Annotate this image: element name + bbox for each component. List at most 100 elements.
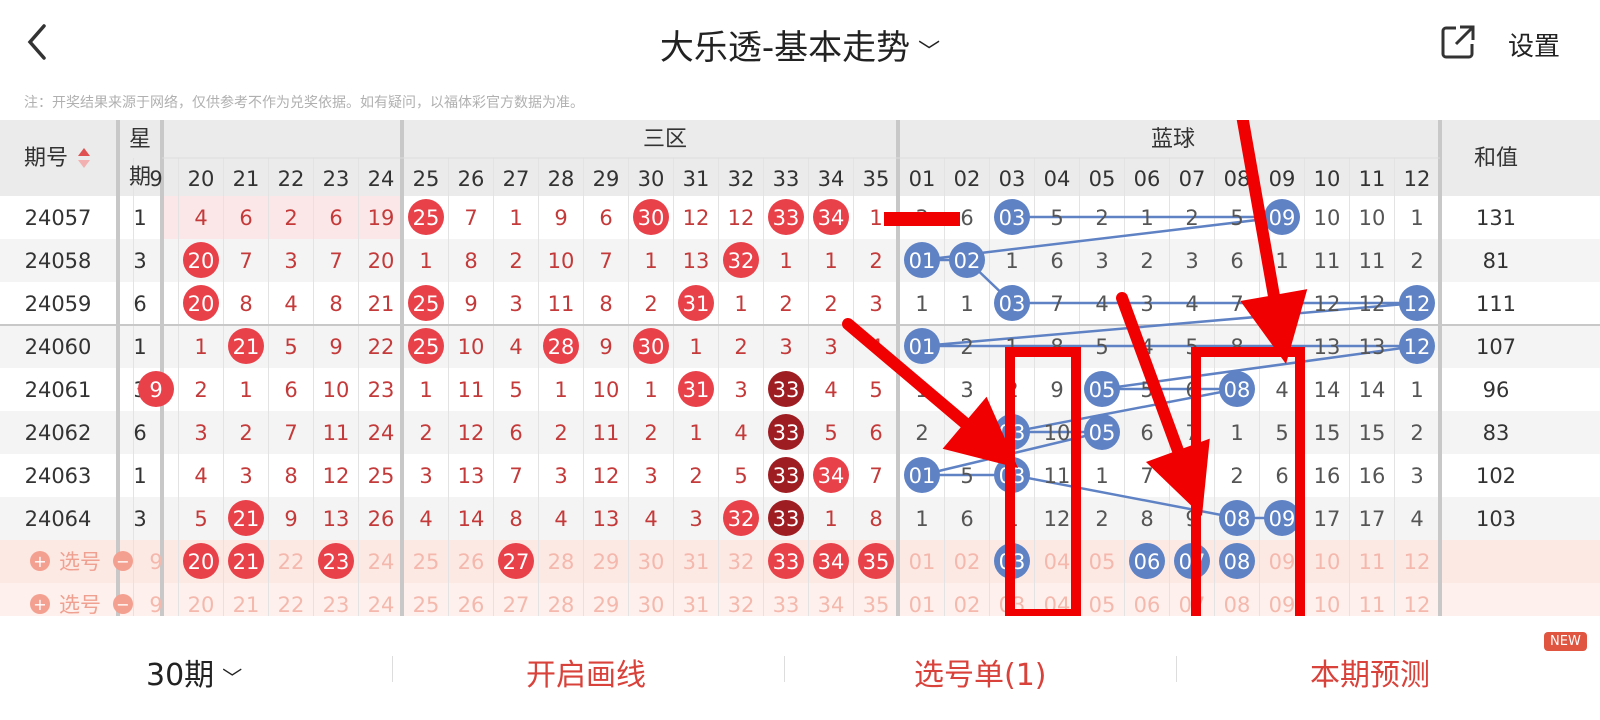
draw-line-button[interactable]: 开启画线 [526, 650, 646, 694]
pick-number: 28 [548, 593, 575, 616]
pick-number: 30 [638, 550, 665, 574]
miss-count: 21 [368, 292, 395, 316]
miss-count: 8 [599, 292, 612, 316]
pick-list-button[interactable]: 选号单(1) [914, 650, 1047, 694]
miss-count: 8 [509, 507, 522, 531]
pick-label: 选号 [59, 593, 101, 616]
miss-count: 1 [960, 292, 973, 316]
sum-cell: 83 [1483, 421, 1510, 445]
blue-ball-number: 01 [909, 464, 936, 488]
pick-number: 11 [1359, 593, 1386, 616]
miss-count: 1 [915, 292, 928, 316]
blue-ball-number: 09 [1269, 206, 1296, 230]
miss-count: 5 [1230, 206, 1243, 230]
miss-count: 11 [548, 292, 575, 316]
miss-count: 25 [368, 464, 395, 488]
pick-number: 21 [233, 593, 260, 616]
pick-number: 29 [593, 593, 620, 616]
red-number-header: 34 [818, 167, 845, 191]
miss-count: 4 [194, 206, 207, 230]
miss-count: 5 [1095, 335, 1108, 359]
red-number-header: 33 [773, 167, 800, 191]
red-number-header: 26 [458, 167, 485, 191]
miss-count: 7 [1050, 292, 1063, 316]
red-ball-number: 25 [413, 206, 440, 230]
remove-icon: − [116, 552, 129, 571]
miss-count: 5 [1275, 421, 1288, 445]
miss-count: 9 [1050, 378, 1063, 402]
miss-count: 1 [734, 292, 747, 316]
add-icon: + [33, 595, 46, 614]
red-number-header: 31 [683, 167, 710, 191]
pick-number: 02 [954, 550, 981, 574]
miss-count: 12 [458, 421, 485, 445]
red-ball-number: 33 [773, 378, 800, 402]
share-icon[interactable] [1440, 24, 1476, 60]
red-number-header: 35 [863, 167, 890, 191]
miss-count: 9 [599, 335, 612, 359]
miss-count: 4 [284, 292, 297, 316]
miss-count: 4 [734, 421, 747, 445]
miss-count: 1 [689, 421, 702, 445]
blue-number-header: 11 [1359, 167, 1386, 191]
miss-count: 10 [1314, 206, 1341, 230]
red-ball-number: 25 [413, 292, 440, 316]
pick-number: 20 [188, 593, 215, 616]
red-ball-number: 20 [188, 249, 215, 273]
miss-count: 7 [329, 249, 342, 273]
miss-count: 1 [779, 249, 792, 273]
miss-count: 3 [689, 507, 702, 531]
red-ball-number: 30 [638, 335, 665, 359]
miss-count: 3 [824, 335, 837, 359]
trend-chart[interactable]: 期号星期三区 蓝球和值9 20 21 22 23 24 25 26 27 28 29 30 31 32 33 3… [0, 120, 1600, 616]
miss-count: 9 [329, 335, 342, 359]
picked-red-number: 21 [233, 550, 260, 574]
miss-count: 17 [1314, 507, 1341, 531]
miss-count: 6 [960, 507, 973, 531]
blue-ball-number: 08 [1224, 507, 1251, 531]
column-separator [116, 120, 120, 616]
weekday-cell: 1 [133, 335, 146, 359]
weekday-cell: 6 [133, 421, 146, 445]
pick-number: 26 [458, 550, 485, 574]
miss-count: 3 [419, 464, 432, 488]
blue-header: 蓝球 [1151, 127, 1195, 152]
period-select[interactable]: 30期 ﹀ [146, 650, 242, 694]
pick-number: 28 [548, 550, 575, 574]
miss-count: 7 [284, 421, 297, 445]
miss-count: 24 [368, 421, 395, 445]
red-ball-number: 34 [818, 206, 845, 230]
weekday-cell: 1 [133, 464, 146, 488]
miss-count: 3 [734, 378, 747, 402]
period-cell: 24059 [25, 292, 92, 316]
red-ball-number: 25 [413, 335, 440, 359]
red-ball-number: 31 [683, 292, 710, 316]
trend-table[interactable]: 期号星期三区 蓝球 和值 9 20 21 22 23 24 25 26 27 28 29 30 31 32 33 3… [0, 120, 1600, 616]
weekday-cell: 3 [133, 249, 146, 273]
miss-count: 1 [824, 507, 837, 531]
pick-number: 35 [863, 593, 890, 616]
red-ball-number: 32 [728, 249, 755, 273]
divider [784, 656, 785, 682]
pick-number: 24 [368, 550, 395, 574]
pick-number: 32 [728, 593, 755, 616]
miss-count: 1 [1005, 249, 1018, 273]
red-ball-number: 21 [233, 507, 260, 531]
miss-count: 12 [683, 206, 710, 230]
miss-count: 2 [1410, 249, 1423, 273]
blue-ball-number: 12 [1404, 292, 1431, 316]
miss-count: 3 [194, 421, 207, 445]
miss-count: 3 [960, 378, 973, 402]
settings-button[interactable]: 设置 [1508, 26, 1560, 63]
miss-count: 20 [368, 249, 395, 273]
picked-red-number: 34 [818, 550, 845, 574]
miss-count: 1 [554, 378, 567, 402]
weekday-header: 星 [129, 127, 151, 152]
predict-button[interactable]: 本期预测 [1310, 650, 1430, 694]
miss-count: 3 [644, 464, 657, 488]
miss-count: 14 [458, 507, 485, 531]
miss-count: 4 [194, 464, 207, 488]
pick-number: 01 [909, 593, 936, 616]
page-title[interactable]: 大乐透-基本走势 ﹀ [0, 20, 1600, 69]
miss-count: 17 [1359, 507, 1386, 531]
